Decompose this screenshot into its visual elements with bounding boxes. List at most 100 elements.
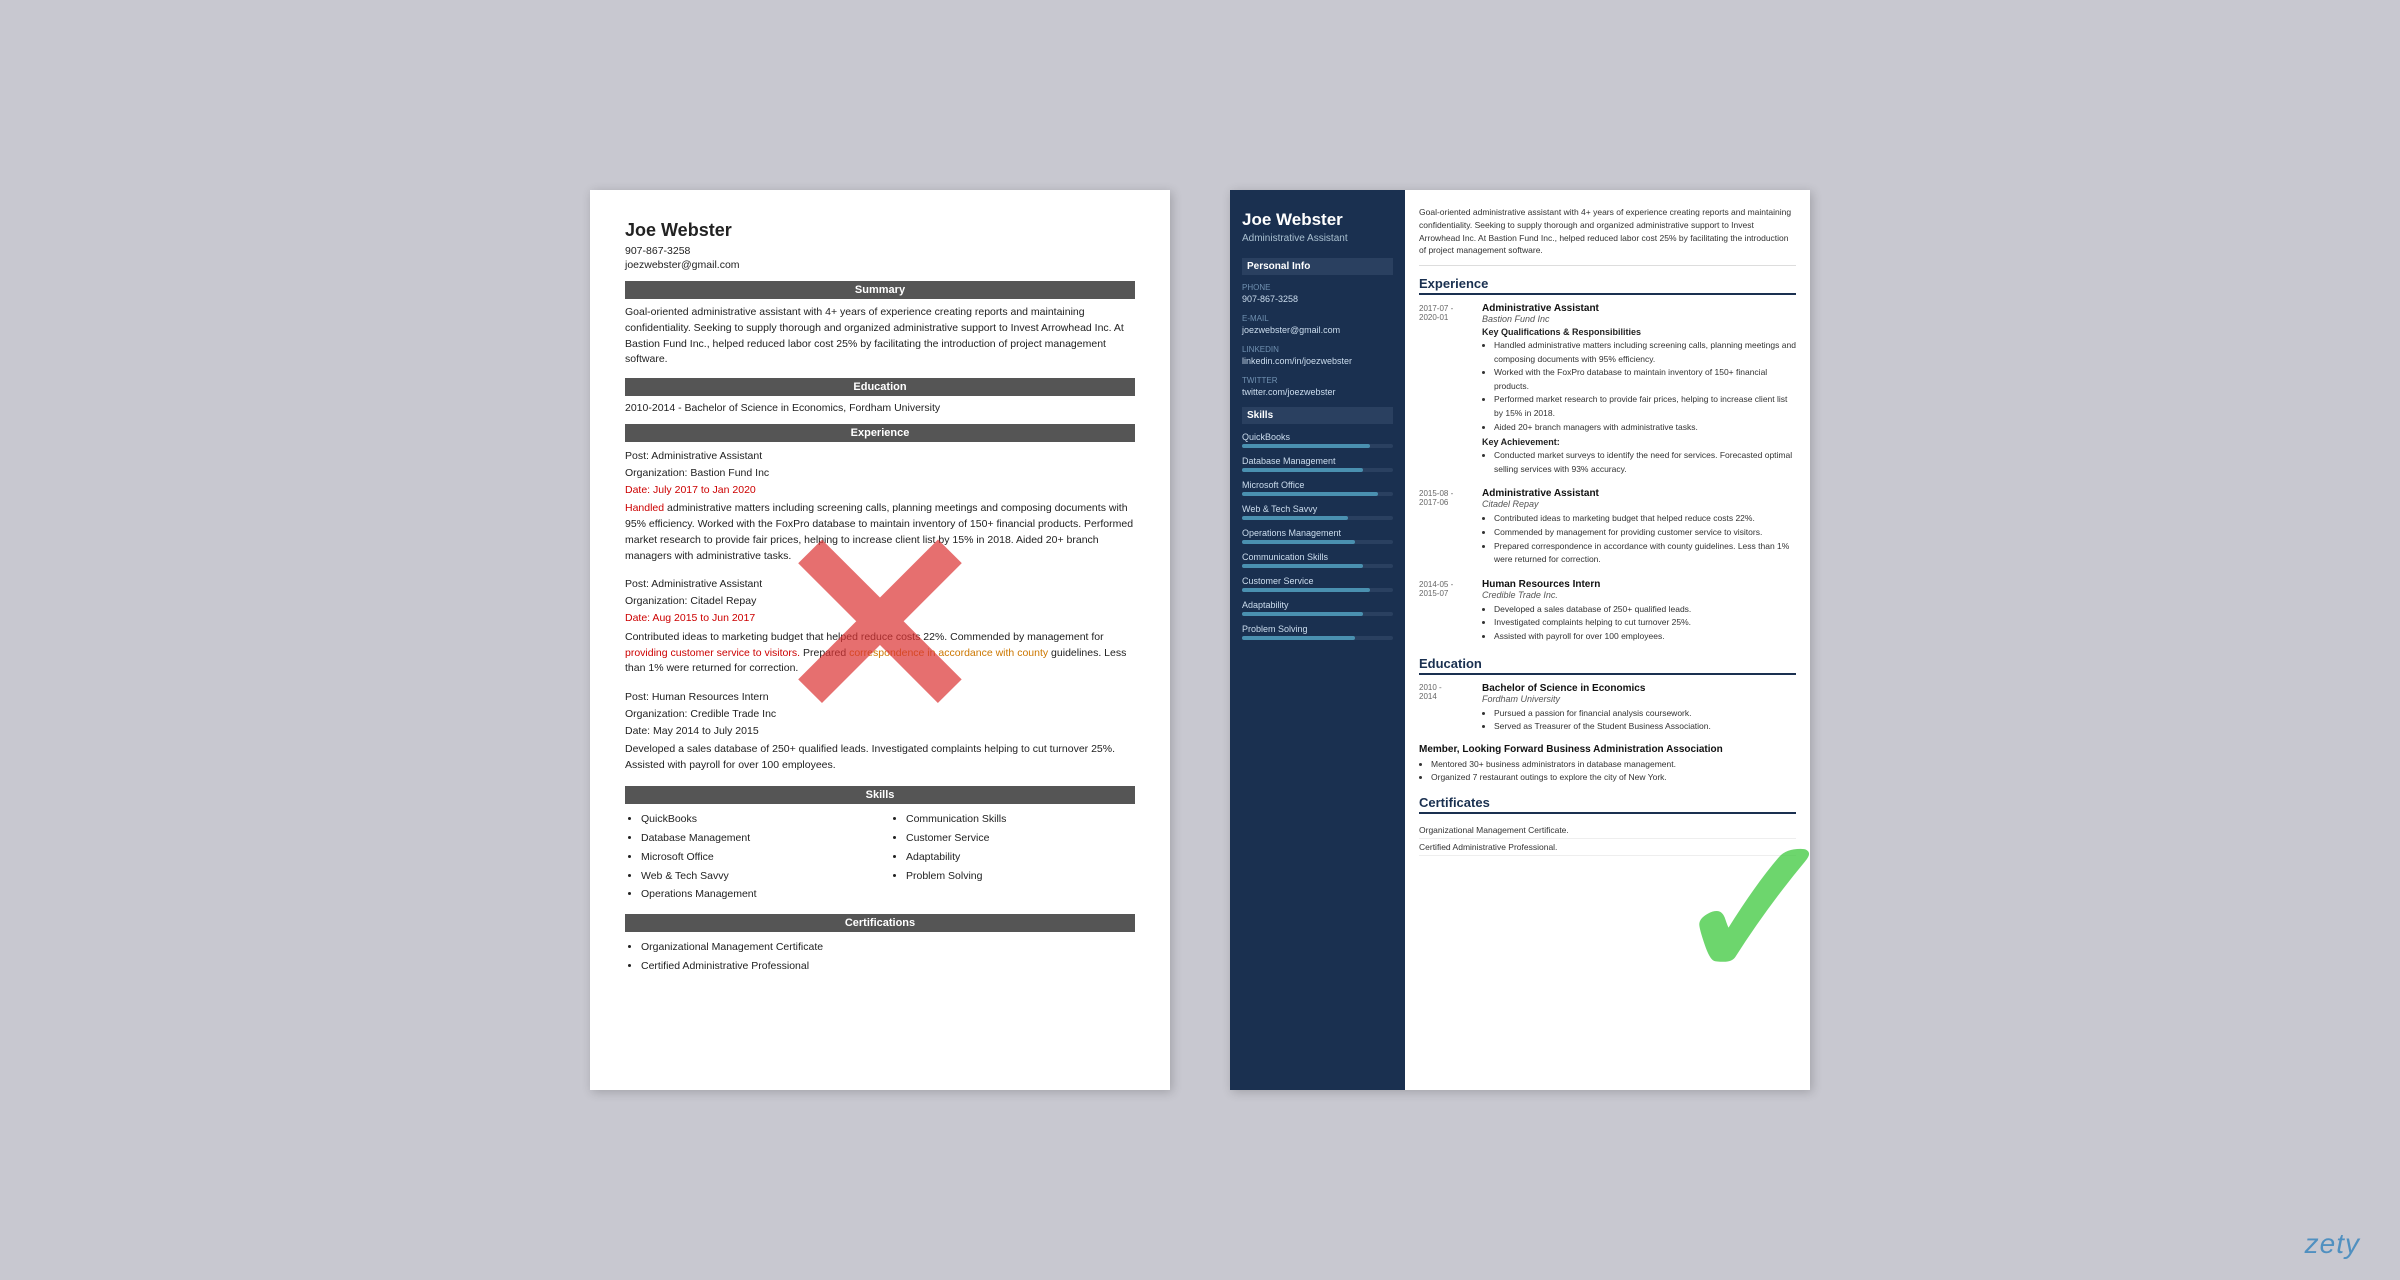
certs-list: Organizational Management Certificate Ce… (625, 938, 1135, 976)
skill-bar-bg (1242, 540, 1393, 544)
skill-name: Customer Service (1242, 576, 1393, 586)
resume-right: Joe Webster Administrative Assistant Per… (1230, 190, 1810, 1090)
skill-bar-fill (1242, 468, 1363, 472)
skill-item: Microsoft Office (641, 848, 870, 867)
bullet-item: Mentored 30+ business administrators in … (1431, 758, 1796, 772)
linkedin-block: LinkedIn linkedin.com/in/joezwebster (1242, 345, 1393, 366)
skills-col-right: Communication Skills Customer Service Ad… (890, 810, 1135, 904)
skill-bar-fill (1242, 444, 1370, 448)
left-exp1: Post: Administrative Assistant Organizat… (625, 448, 1135, 564)
exp-entry-3: 2014-05 -2015-07 Human Resources Intern … (1419, 579, 1796, 644)
exp2-date: Date: Aug 2015 to Jun 2017 (625, 610, 1135, 627)
exp2-right-company: Citadel Repay (1482, 499, 1796, 509)
skill-bar-bg (1242, 444, 1393, 448)
exp3-right-body: Human Resources Intern Credible Trade In… (1482, 579, 1796, 644)
skill-name: Adaptability (1242, 600, 1393, 610)
cert-item: Certified Administrative Professional (641, 957, 1135, 976)
zety-watermark: zety (2305, 1228, 2360, 1260)
resume-sidebar: Joe Webster Administrative Assistant Per… (1230, 190, 1405, 1090)
certs-header: Certifications (625, 914, 1135, 932)
exp3-bullets: Developed a sales database of 250+ quali… (1482, 603, 1796, 644)
skill-name: Communication Skills (1242, 552, 1393, 562)
skill-bar-item: Customer Service (1242, 576, 1393, 592)
skills-col-left: QuickBooks Database Management Microsoft… (625, 810, 870, 904)
skill-item: Database Management (641, 829, 870, 848)
bullet-item: Commended by management for providing cu… (1494, 526, 1796, 540)
skill-bar-fill (1242, 588, 1370, 592)
edu-bullets: Pursued a passion for financial analysis… (1482, 707, 1796, 734)
experience-section-title: Experience (1419, 276, 1796, 295)
bullet-item: Handled administrative matters including… (1494, 339, 1796, 366)
edu-degree: Bachelor of Science in Economics (1482, 683, 1796, 694)
left-phone: 907-867-3258 (625, 245, 1135, 257)
exp2-highlight2: correspondence in accordance with county (849, 647, 1048, 659)
education-header: Education (625, 378, 1135, 396)
skill-item: Operations Management (641, 885, 870, 904)
skill-item: Web & Tech Savvy (641, 867, 870, 886)
exp1-date: Date: July 2017 to Jan 2020 (625, 482, 1135, 499)
skill-item: QuickBooks (641, 810, 870, 829)
cert-right-1: Organizational Management Certificate. (1419, 822, 1796, 839)
edu-entry-1: 2010 -2014 Bachelor of Science in Econom… (1419, 683, 1796, 734)
exp2-right-date: 2015-08 -2017-06 (1419, 488, 1474, 566)
skill-name: Microsoft Office (1242, 480, 1393, 490)
exp2-bullets: Contributed ideas to marketing budget th… (1482, 512, 1796, 566)
bullet-item: Contributed ideas to marketing budget th… (1494, 512, 1796, 526)
skill-bar-item: Web & Tech Savvy (1242, 504, 1393, 520)
left-name: Joe Webster (625, 220, 1135, 241)
skill-bar-fill (1242, 564, 1363, 568)
skill-item: Communication Skills (906, 810, 1135, 829)
twitter-block: Twitter twitter.com/joezwebster (1242, 376, 1393, 397)
skill-item: Adaptability (906, 848, 1135, 867)
exp1-right-body: Administrative Assistant Bastion Fund In… (1482, 303, 1796, 476)
skill-bar-item: Microsoft Office (1242, 480, 1393, 496)
personal-info-label: Personal Info (1242, 258, 1393, 275)
exp3-org: Organization: Credible Trade Inc (625, 706, 1135, 723)
association-bullets: Mentored 30+ business administrators in … (1419, 758, 1796, 785)
skill-bar-item: Database Management (1242, 456, 1393, 472)
skill-bar-item: Adaptability (1242, 600, 1393, 616)
bullet-item: Developed a sales database of 250+ quali… (1494, 603, 1796, 617)
skill-bar-bg (1242, 516, 1393, 520)
exp2-right-body: Administrative Assistant Citadel Repay C… (1482, 488, 1796, 566)
exp1-right-date: 2017-07 -2020-01 (1419, 303, 1474, 476)
skill-bar-fill (1242, 612, 1363, 616)
exp3-right-company: Credible Trade Inc. (1482, 590, 1796, 600)
edu-dates: 2010-2014 - Bachelor of Science in Econo… (625, 402, 846, 414)
skill-bar-fill (1242, 516, 1348, 520)
certs-section-title: Certificates (1419, 795, 1796, 814)
exp1-org: Organization: Bastion Fund Inc (625, 465, 1135, 482)
email-block: E-mail joezwebster@gmail.com (1242, 314, 1393, 335)
skill-bar-bg (1242, 492, 1393, 496)
twitter-value: twitter.com/joezwebster (1242, 387, 1393, 397)
left-summary: Goal-oriented administrative assistant w… (625, 305, 1135, 368)
skills-bars: QuickBooks Database Management Microsoft… (1242, 432, 1393, 640)
skills-list-right: Communication Skills Customer Service Ad… (890, 810, 1135, 886)
skill-name: QuickBooks (1242, 432, 1393, 442)
exp1-post: Post: Administrative Assistant (625, 448, 1135, 465)
exp1-right-company: Bastion Fund Inc (1482, 314, 1796, 324)
skill-bar-item: Problem Solving (1242, 624, 1393, 640)
bullet-item: Pursued a passion for financial analysis… (1494, 707, 1796, 721)
left-exp3: Post: Human Resources Intern Organizatio… (625, 689, 1135, 774)
exp3-desc: Developed a sales database of 250+ quali… (625, 742, 1135, 774)
edu-school: Fordham University (1482, 694, 1796, 704)
association-title: Member, Looking Forward Business Adminis… (1419, 744, 1796, 755)
bullet-item: Assisted with payroll for over 100 emplo… (1494, 630, 1796, 644)
experience-header: Experience (625, 424, 1135, 442)
bullet-item: Performed market research to provide fai… (1494, 393, 1796, 420)
main-wrapper: Joe Webster 907-867-3258 joezwebster@gma… (590, 190, 1810, 1090)
exp-entry-2: 2015-08 -2017-06 Administrative Assistan… (1419, 488, 1796, 566)
cert-item: Organizational Management Certificate (641, 938, 1135, 957)
left-exp2: Post: Administrative Assistant Organizat… (625, 576, 1135, 677)
bullet-item: Worked with the FoxPro database to maint… (1494, 366, 1796, 393)
skills-list-left: QuickBooks Database Management Microsoft… (625, 810, 870, 904)
exp2-org: Organization: Citadel Repay (625, 593, 1135, 610)
skills-header: Skills (625, 786, 1135, 804)
skill-item: Problem Solving (906, 867, 1135, 886)
linkedin-value: linkedin.com/in/joezwebster (1242, 356, 1393, 366)
bullet-item: Served as Treasurer of the Student Busin… (1494, 720, 1796, 734)
skill-bar-bg (1242, 564, 1393, 568)
linkedin-label: LinkedIn (1242, 345, 1393, 354)
skill-bar-item: QuickBooks (1242, 432, 1393, 448)
